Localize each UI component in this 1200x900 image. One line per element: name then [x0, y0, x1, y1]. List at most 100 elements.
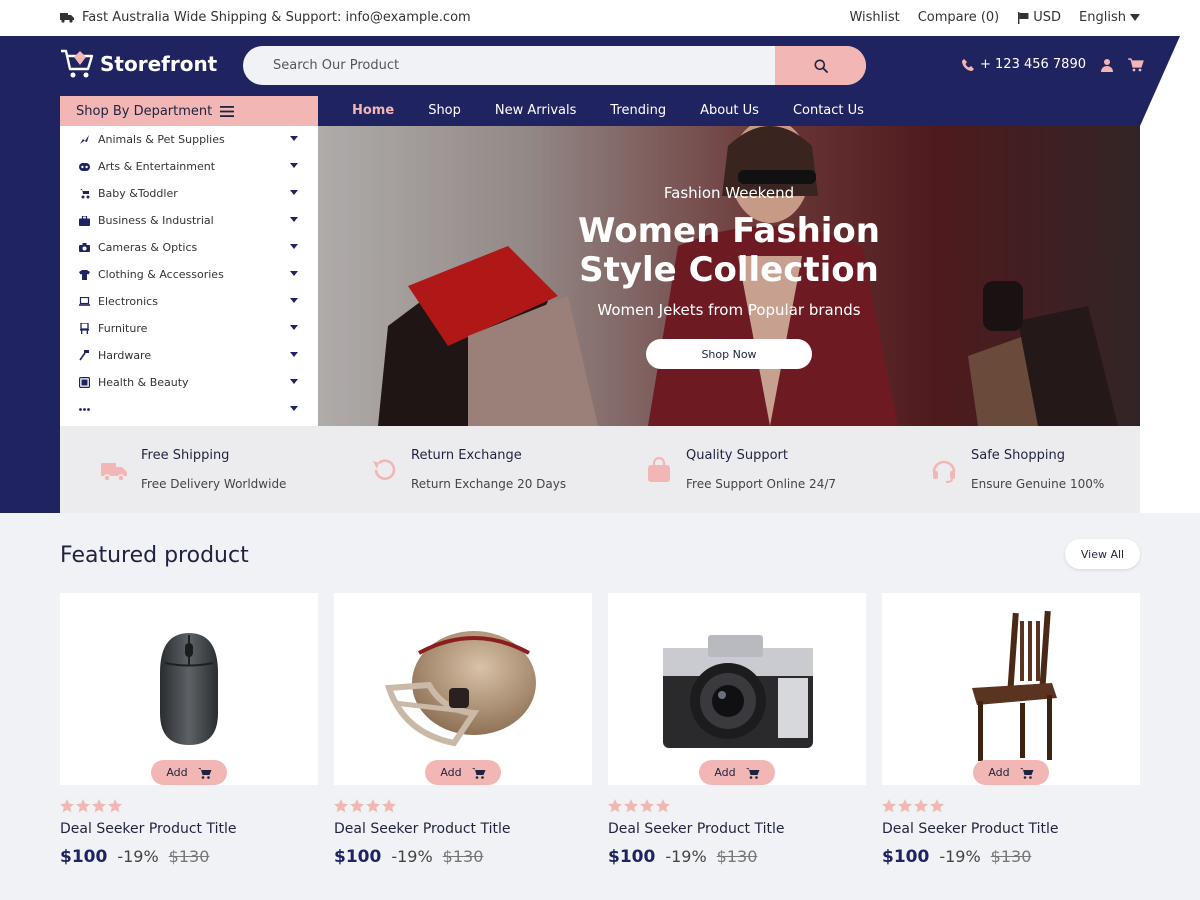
star-icon	[366, 799, 380, 813]
product-image[interactable]: Add	[882, 593, 1140, 785]
chevron-down-icon	[290, 271, 298, 276]
chevron-down-icon	[290, 163, 298, 168]
nav-home[interactable]: Home	[352, 103, 394, 118]
chevron-down-icon	[290, 325, 298, 330]
department-item-animals[interactable]: Animals & Pet Supplies	[60, 126, 318, 153]
product-title[interactable]: Deal Seeker Product Title	[334, 821, 592, 837]
logo[interactable]: Storefront	[60, 48, 217, 80]
add-to-cart-button[interactable]: Add	[699, 760, 775, 785]
department-item-arts[interactable]: Arts & Entertainment	[60, 153, 318, 180]
currency-selector[interactable]: USD	[1017, 10, 1061, 25]
view-all-button[interactable]: View All	[1065, 539, 1140, 569]
shop-now-button[interactable]: Shop Now	[646, 339, 812, 369]
computer-mouse-image	[160, 633, 218, 745]
currency-label: USD	[1033, 10, 1062, 25]
cart-logo-icon	[61, 49, 94, 78]
star-icon	[350, 799, 364, 813]
price-row: $100 -19% $130	[60, 847, 318, 867]
search-input[interactable]	[243, 46, 775, 85]
nav-contact-us[interactable]: Contact Us	[793, 103, 864, 118]
stroller-icon	[78, 188, 90, 200]
chevron-down-icon	[290, 379, 298, 384]
department-item-label: Clothing & Accessories	[98, 268, 224, 281]
product-price: $100	[334, 847, 382, 867]
price-row: $100 -19% $130	[334, 847, 592, 867]
chevron-down-icon	[290, 217, 298, 222]
features-strip: Free Shipping Free Delivery Worldwide Re…	[60, 426, 1140, 513]
product-old-price: $130	[990, 847, 1032, 866]
language-selector[interactable]: English	[1079, 10, 1140, 25]
laptop-icon	[78, 296, 90, 308]
feature-title: Quality Support	[686, 448, 788, 463]
logo-text: Storefront	[100, 52, 218, 76]
department-item-label: Arts & Entertainment	[98, 160, 216, 173]
hero-title-line-1: Women Fashion	[577, 211, 880, 251]
product-card[interactable]: Add Deal Seeker Product Title $100 -19% …	[608, 593, 866, 867]
nav-new-arrivals[interactable]: New Arrivals	[495, 103, 577, 118]
star-icon	[76, 799, 90, 813]
nav-about-us[interactable]: About Us	[700, 103, 759, 118]
shipping-text: Fast Australia Wide Shipping & Support: …	[82, 10, 471, 25]
department-item-cameras[interactable]: Cameras & Optics	[60, 234, 318, 261]
feature-subtitle: Return Exchange 20 Days	[411, 477, 567, 491]
hero-title-line-2: Style Collection	[579, 250, 879, 290]
department-item-label: Business & Industrial	[98, 214, 214, 227]
product-card[interactable]: Add Deal Seeker Product Title $100 -19% …	[60, 593, 318, 867]
star-icon	[382, 799, 396, 813]
add-to-cart-button[interactable]: Add	[151, 760, 227, 785]
cart-icon[interactable]	[1128, 57, 1144, 72]
star-rating	[882, 799, 1140, 813]
star-icon	[882, 799, 896, 813]
cart-icon	[1019, 767, 1034, 779]
return-icon	[373, 459, 396, 480]
department-toggle[interactable]: Shop By Department	[60, 96, 318, 126]
product-image[interactable]: Add	[608, 593, 866, 785]
mask-icon	[78, 161, 90, 173]
tshirt-icon	[78, 269, 90, 281]
phone-contact[interactable]: + 123 456 7890	[962, 57, 1086, 72]
compare-link[interactable]: Compare (0)	[918, 10, 1000, 25]
camera-icon	[78, 242, 90, 254]
add-to-cart-button[interactable]: Add	[425, 760, 501, 785]
department-item-electronics[interactable]: Electronics	[60, 288, 318, 315]
product-card[interactable]: Add Deal Seeker Product Title $100 -19% …	[882, 593, 1140, 867]
chevron-down-icon	[290, 352, 298, 357]
department-item-health[interactable]: Health & Beauty	[60, 369, 318, 396]
department-item-more[interactable]	[60, 396, 318, 423]
department-item-hardware[interactable]: Hardware	[60, 342, 318, 369]
department-item-clothing[interactable]: Clothing & Accessories	[60, 261, 318, 288]
department-title: Shop By Department	[76, 103, 213, 119]
featured-heading: Featured product	[60, 543, 249, 568]
product-card[interactable]: Add Deal Seeker Product Title $100 -19% …	[334, 593, 592, 867]
truck-icon	[101, 463, 127, 482]
product-title[interactable]: Deal Seeker Product Title	[882, 821, 1140, 837]
ellipsis-icon	[78, 404, 90, 416]
truck-icon	[60, 13, 74, 23]
department-item-furniture[interactable]: Furniture	[60, 315, 318, 342]
department-item-baby[interactable]: Baby &Toddler	[60, 180, 318, 207]
product-image[interactable]: Add	[334, 593, 592, 785]
product-image[interactable]: Add	[60, 593, 318, 785]
user-icon[interactable]	[1100, 58, 1114, 72]
add-label: Add	[166, 766, 188, 779]
search-button[interactable]	[775, 46, 866, 85]
product-title[interactable]: Deal Seeker Product Title	[60, 821, 318, 837]
product-old-price: $130	[442, 847, 484, 866]
product-old-price: $130	[716, 847, 758, 866]
wishlist-link[interactable]: Wishlist	[849, 10, 899, 25]
chevron-down-icon	[290, 136, 298, 141]
department-item-label: Furniture	[98, 322, 148, 335]
price-row: $100 -19% $130	[608, 847, 866, 867]
feature-title: Free Shipping	[141, 448, 230, 463]
football-helmet-image	[384, 631, 536, 747]
cart-icon	[471, 767, 486, 779]
department-list: Animals & Pet Supplies Arts & Entertainm…	[60, 126, 318, 426]
nav-trending[interactable]: Trending	[610, 103, 666, 118]
department-item-label: Baby &Toddler	[98, 187, 178, 200]
add-to-cart-button[interactable]: Add	[973, 760, 1049, 785]
department-item-business[interactable]: Business & Industrial	[60, 207, 318, 234]
nav-shop[interactable]: Shop	[428, 103, 461, 118]
product-title[interactable]: Deal Seeker Product Title	[608, 821, 866, 837]
flag-icon	[1018, 11, 1029, 24]
star-icon	[914, 799, 928, 813]
